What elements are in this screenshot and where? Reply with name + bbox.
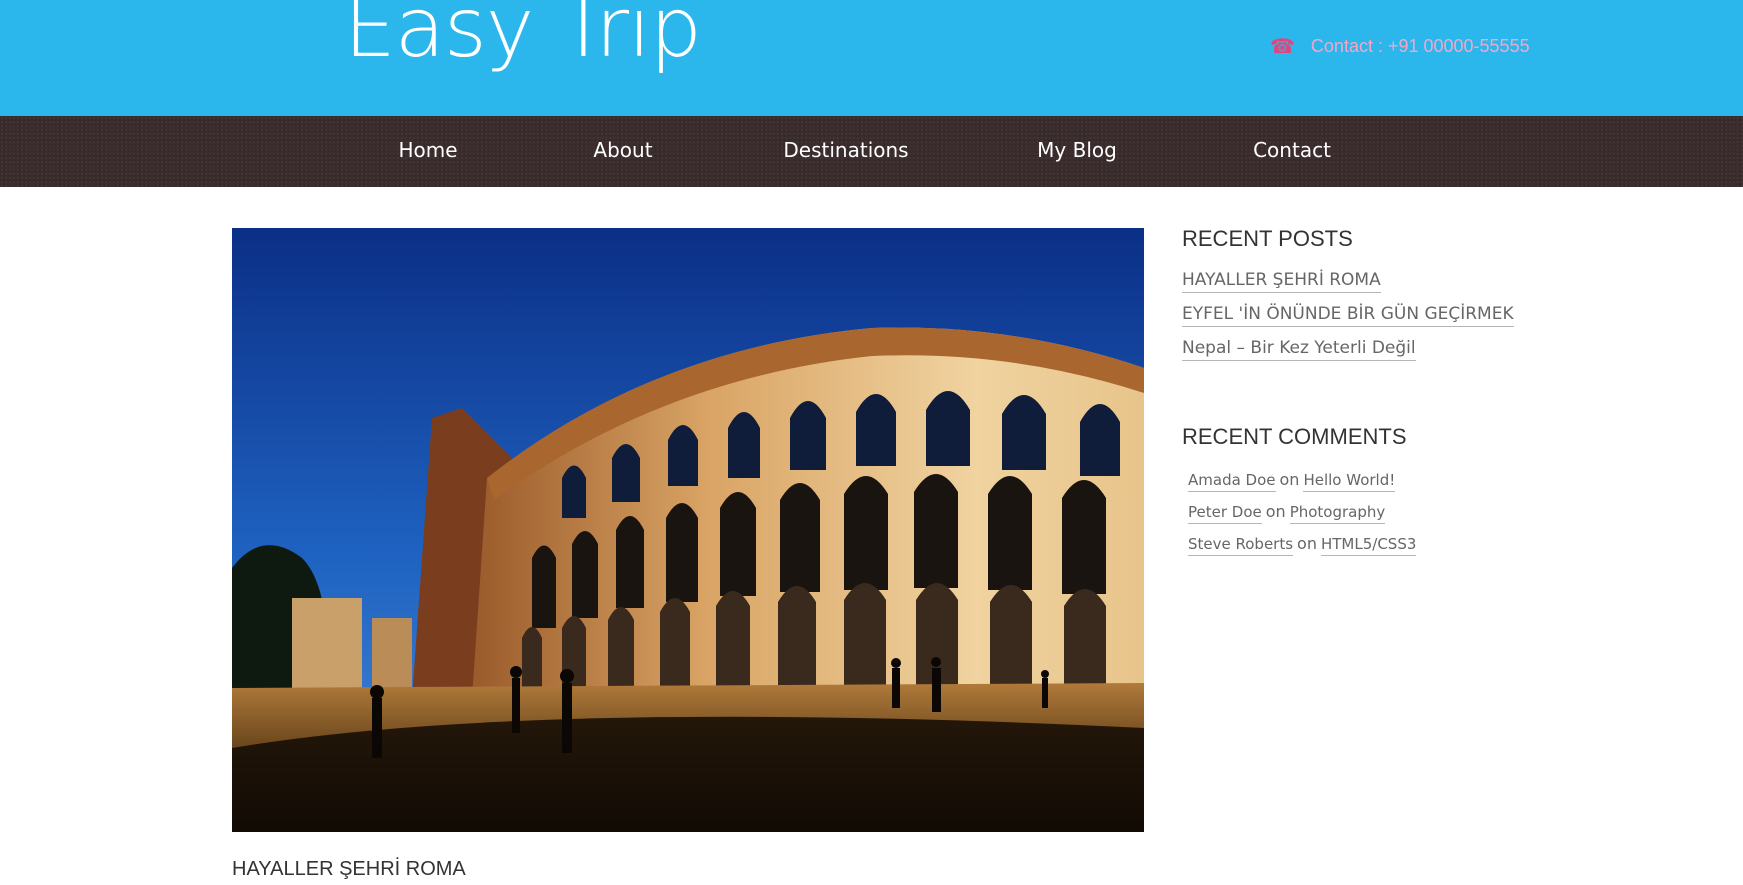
nav-item-contact[interactable]: Contact — [1246, 116, 1338, 187]
post-title[interactable]: HAYALLER ŞEHRİ ROMA — [232, 858, 466, 881]
comment-post-link[interactable]: HTML5/CSS3 — [1320, 535, 1417, 556]
recent-posts-heading: RECENT POSTS — [1182, 226, 1353, 251]
recent-post-link[interactable]: HAYALLER ŞEHRİ ROMA — [1182, 270, 1381, 293]
list-item: Steve Roberts on HTML5/CSS3 — [1188, 534, 1417, 566]
recent-comments-heading: RECENT COMMENTS — [1182, 424, 1407, 449]
recent-comments-list: Amada Doe on Hello World! Peter Doe on Photo… — [1188, 470, 1417, 566]
post-featured-image[interactable] — [232, 228, 1144, 832]
site-header: Easy Trip ☎ Contact : +91 00000-55555 — [0, 0, 1743, 116]
comment-post-link[interactable]: Photography — [1289, 503, 1386, 524]
list-item: EYFEL 'İN ÖNÜNDE BİR GÜN GEÇİRMEK — [1182, 304, 1514, 338]
site-logo[interactable]: Easy Trip — [344, 0, 702, 70]
comment-author-link[interactable]: Peter Doe — [1188, 503, 1262, 524]
comment-author-link[interactable]: Steve Roberts — [1188, 535, 1294, 556]
contact-text: Contact : +91 00000-55555 — [1310, 36, 1530, 56]
nav-item-destinations[interactable]: Destinations — [778, 116, 914, 187]
list-item: Amada Doe on Hello World! — [1188, 470, 1416, 502]
colosseum-image — [232, 228, 1144, 832]
list-item: Peter Doe on Photography — [1188, 502, 1416, 534]
recent-posts-list: HAYALLER ŞEHRİ ROMA EYFEL 'İN ÖNÜNDE BİR… — [1182, 270, 1514, 372]
list-item: HAYALLER ŞEHRİ ROMA — [1182, 270, 1514, 304]
nav-item-about[interactable]: About — [583, 116, 663, 187]
nav-item-my-blog[interactable]: My Blog — [1032, 116, 1122, 187]
main-navigation: Home About Destinations My Blog Contact — [0, 116, 1743, 187]
comment-author-link[interactable]: Amada Doe — [1188, 471, 1276, 492]
list-item: Nepal – Bir Kez Yeterli Değil — [1182, 338, 1514, 372]
nav-item-home[interactable]: Home — [390, 116, 466, 187]
comment-on-text: on — [1279, 470, 1300, 489]
contact-info: ☎ Contact : +91 00000-55555 — [1270, 36, 1530, 57]
recent-post-link[interactable]: EYFEL 'İN ÖNÜNDE BİR GÜN GEÇİRMEK — [1182, 304, 1514, 327]
recent-post-link[interactable]: Nepal – Bir Kez Yeterli Değil — [1182, 338, 1416, 361]
comment-on-text: on — [1297, 534, 1317, 553]
comment-on-text: on — [1265, 502, 1286, 521]
comment-post-link[interactable]: Hello World! — [1303, 471, 1396, 492]
phone-icon: ☎ — [1270, 35, 1295, 58]
